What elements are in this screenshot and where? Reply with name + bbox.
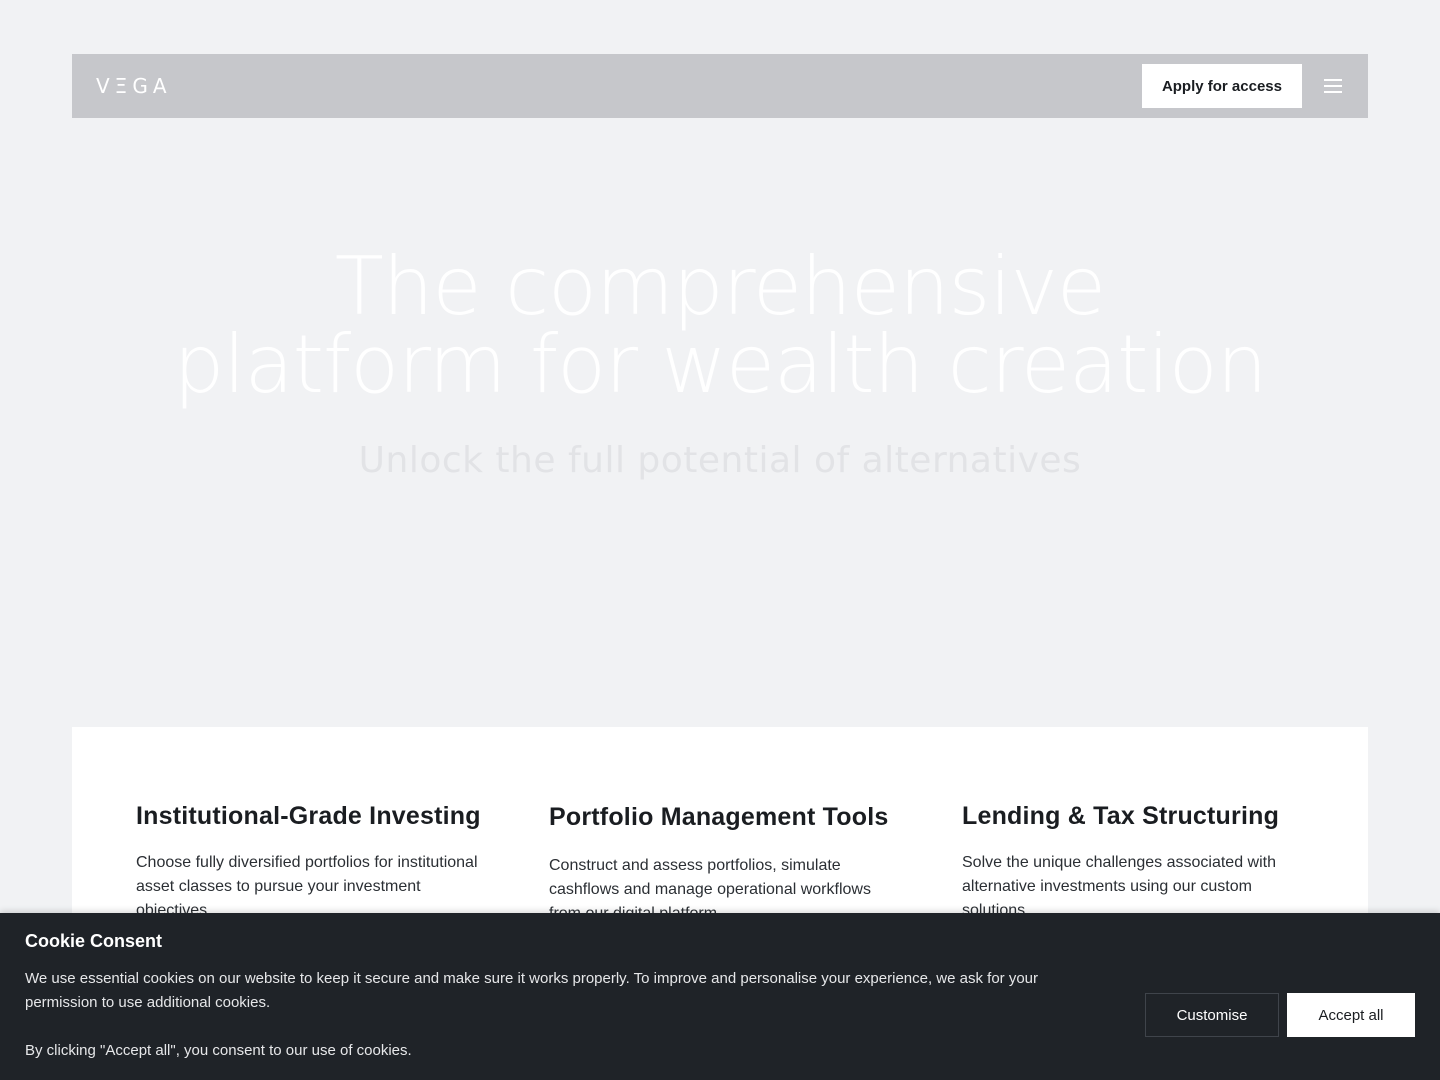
feature-title: Institutional-Grade Investing — [136, 802, 481, 830]
accept-all-button[interactable]: Accept all — [1287, 993, 1415, 1037]
hamburger-menu-icon[interactable] — [1324, 79, 1342, 93]
feature-title: Lending & Tax Structuring — [962, 802, 1280, 830]
cookie-consent-banner: Cookie Consent We use essential cookies … — [0, 913, 1440, 1080]
cookie-accept-note: By clicking "Accept all", you consent to… — [25, 1042, 412, 1059]
feature-portfolio-tools: Portfolio Management Tools Construct and… — [549, 800, 899, 926]
hero-title: The comprehensive platform for wealth cr… — [0, 240, 1440, 411]
vega-logo[interactable]: VΞGA — [96, 74, 172, 98]
feature-institutional-investing: Institutional-Grade Investing Choose ful… — [136, 799, 486, 923]
feature-lending-tax: Lending & Tax Structuring Solve the uniq… — [962, 799, 1312, 923]
menu-line — [1324, 85, 1342, 87]
feature-title: Portfolio Management Tools — [549, 803, 889, 831]
page: VΞGA Apply for access The comprehensive … — [0, 0, 1440, 1080]
customise-button[interactable]: Customise — [1145, 993, 1279, 1037]
menu-line — [1324, 79, 1342, 81]
cookie-title: Cookie Consent — [25, 931, 163, 951]
menu-line — [1324, 91, 1342, 93]
navbar: VΞGA Apply for access — [72, 54, 1368, 118]
hero-title-line-2: platform for wealth creation — [173, 318, 1268, 411]
apply-for-access-button[interactable]: Apply for access — [1141, 64, 1302, 108]
nav-actions: Apply for access — [1141, 64, 1344, 108]
cookie-text: We use essential cookies on our website … — [25, 970, 1039, 1011]
hero-title-line-1: The comprehensive — [334, 240, 1106, 333]
hero-subtitle: Unlock the full potential of alternative… — [358, 440, 1082, 481]
hero-section: The comprehensive platform for wealth cr… — [0, 240, 1440, 482]
